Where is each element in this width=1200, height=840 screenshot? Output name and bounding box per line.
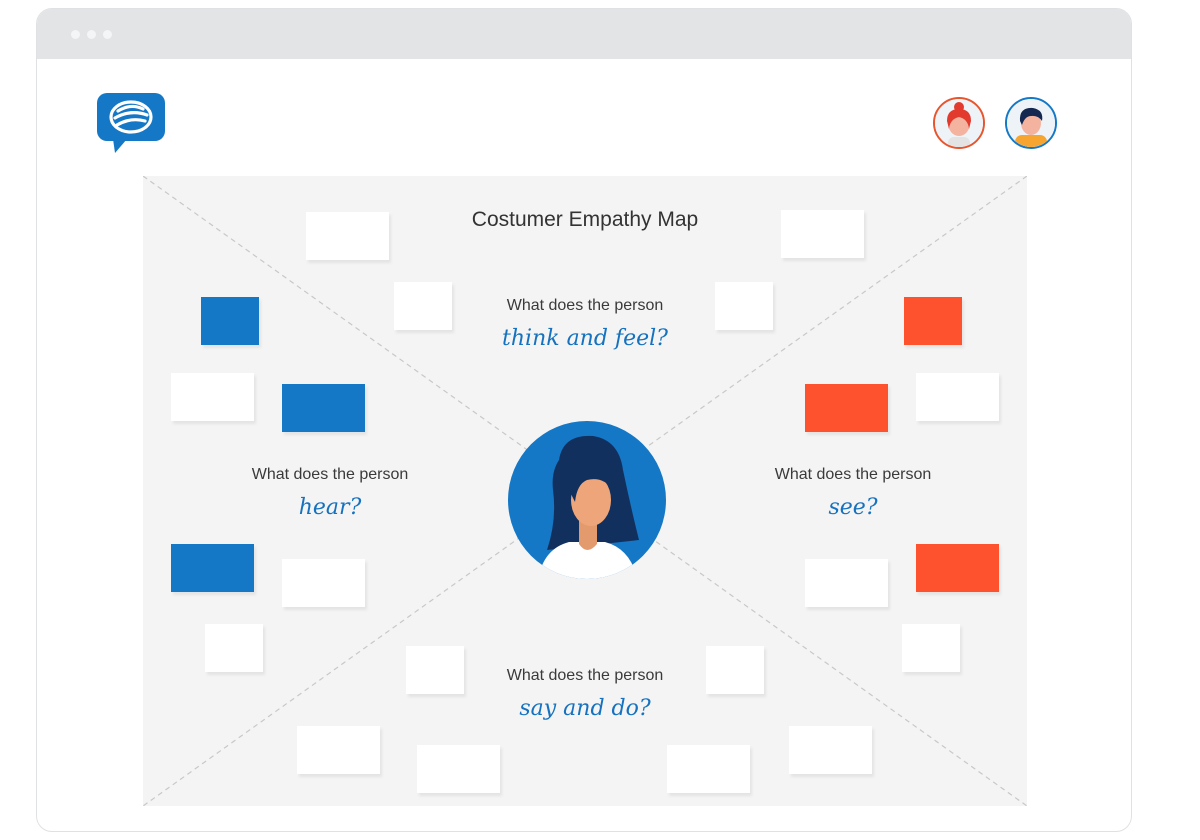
window-control-dot[interactable]	[87, 30, 96, 39]
board-title: Costumer Empathy Map	[471, 208, 699, 231]
window-control-dot[interactable]	[71, 30, 80, 39]
sticky-note[interactable]	[902, 624, 960, 672]
persona-avatar-icon	[507, 420, 667, 580]
top-quadrant-prompt: What does the person	[506, 297, 664, 314]
sticky-note[interactable]	[706, 646, 764, 694]
sticky-note[interactable]	[406, 646, 464, 694]
collaborator-avatar-male[interactable]	[1005, 97, 1057, 149]
sticky-note[interactable]	[171, 373, 254, 421]
browser-window: Costumer Empathy Map What does the perso…	[36, 8, 1132, 832]
sticky-note[interactable]	[306, 212, 389, 260]
sticky-note[interactable]	[789, 726, 872, 774]
sticky-note[interactable]	[417, 745, 500, 793]
left-quadrant-prompt: What does the person	[251, 466, 409, 483]
chat-bubble-logo-icon[interactable]	[97, 93, 167, 155]
sticky-note-red[interactable]	[805, 384, 888, 432]
collaborator-avatar-female[interactable]	[933, 97, 985, 149]
empathy-map-board: Costumer Empathy Map What does the perso…	[143, 176, 1027, 806]
right-quadrant-prompt: What does the person	[774, 466, 932, 483]
top-quadrant-handwritten: think and feel?	[502, 326, 668, 351]
sticky-note-blue[interactable]	[282, 384, 365, 432]
sticky-note-blue[interactable]	[171, 544, 254, 592]
bottom-quadrant-prompt: What does the person	[506, 667, 664, 684]
sticky-note[interactable]	[916, 373, 999, 421]
sticky-note[interactable]	[297, 726, 380, 774]
window-control-dot[interactable]	[103, 30, 112, 39]
sticky-note-red[interactable]	[904, 297, 962, 345]
sticky-note[interactable]	[205, 624, 263, 672]
sticky-note-blue[interactable]	[201, 297, 259, 345]
right-quadrant-handwritten: see?	[828, 495, 878, 520]
sticky-note[interactable]	[715, 282, 773, 330]
sticky-note[interactable]	[667, 745, 750, 793]
bottom-quadrant-handwritten: say and do?	[519, 696, 651, 721]
sticky-note-red[interactable]	[916, 544, 999, 592]
left-quadrant-handwritten: hear?	[298, 495, 362, 520]
window-titlebar	[37, 9, 1131, 59]
sticky-note[interactable]	[394, 282, 452, 330]
sticky-note[interactable]	[282, 559, 365, 607]
sticky-note[interactable]	[781, 210, 864, 258]
sticky-note[interactable]	[805, 559, 888, 607]
